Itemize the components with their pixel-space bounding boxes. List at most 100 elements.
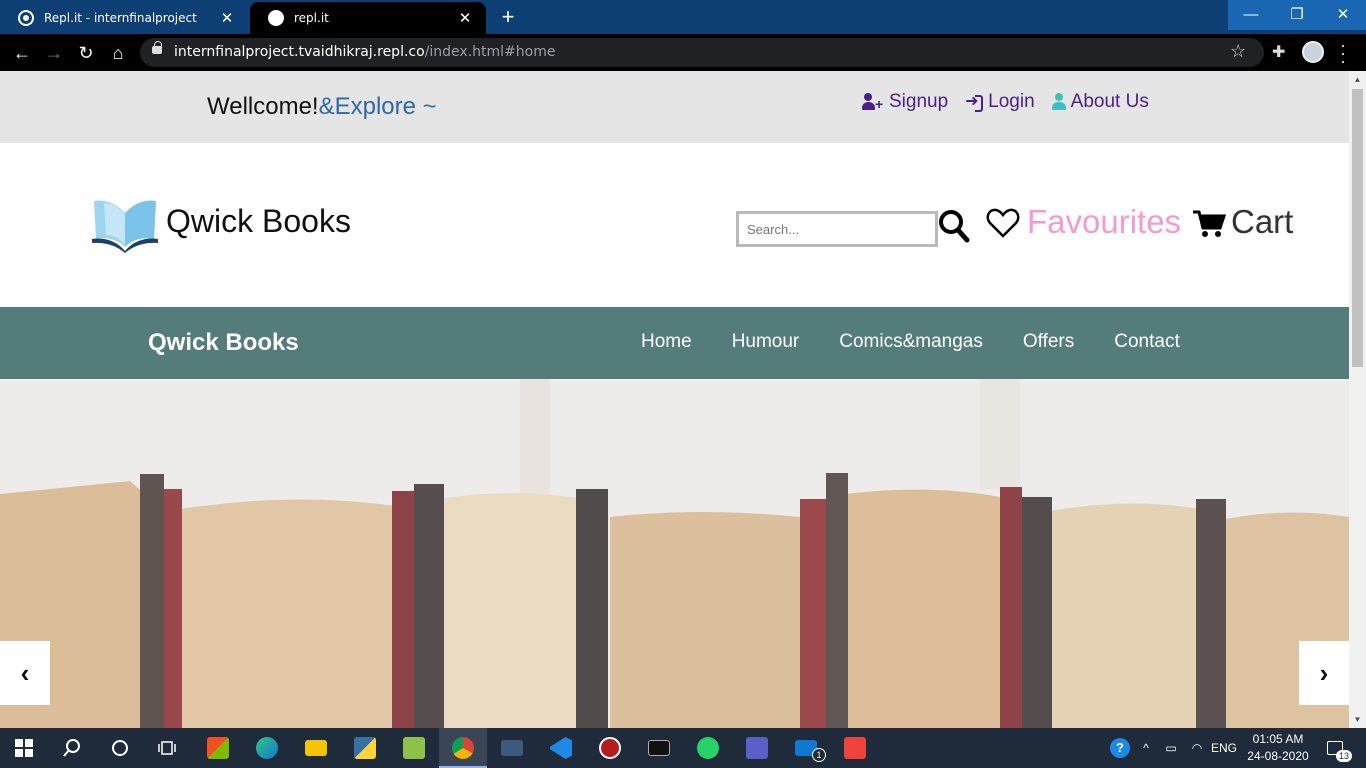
nav-home[interactable]: Home [641, 331, 692, 353]
nav-contact[interactable]: Contact [1114, 331, 1179, 353]
whatsapp-icon [697, 737, 719, 759]
battery-icon[interactable]: ▭ [1160, 728, 1182, 768]
clock[interactable]: 01:05 AM 24-08-2020 [1240, 731, 1316, 765]
terminal-icon [648, 740, 670, 756]
whatsapp-app[interactable] [684, 728, 732, 768]
close-window-button[interactable]: ✕ [1320, 0, 1366, 30]
minimize-button[interactable]: — [1228, 0, 1274, 30]
question-icon: ? [1110, 738, 1130, 758]
teams-icon [746, 737, 768, 759]
cart-link[interactable]: Cart [1231, 203, 1293, 241]
wifi-icon[interactable]: ◠ [1186, 728, 1208, 768]
task-view-button[interactable] [144, 728, 192, 768]
windows-taskbar: 1 ? ^ ▭ ◠ ENG 01:05 AM 24-08-2020 13 [0, 728, 1366, 768]
notifications-button[interactable]: 13 [1320, 728, 1353, 768]
cortana-icon [112, 740, 128, 756]
mail-badge: 1 [812, 748, 826, 762]
tab-replit[interactable]: repl.it ✕ [250, 2, 486, 34]
brand-name[interactable]: Qwick Books [166, 203, 351, 240]
signup-link[interactable]: + Signup [862, 91, 948, 113]
heart-icon[interactable] [986, 207, 1020, 239]
show-hidden-icons-chevron-icon[interactable]: ^ [1138, 728, 1154, 768]
terminal-app[interactable] [635, 728, 683, 768]
lock-icon [152, 41, 162, 54]
sql-app[interactable] [488, 728, 536, 768]
about-us-link[interactable]: About Us [1051, 91, 1149, 113]
forward-arrow-icon[interactable]: → [41, 40, 67, 66]
replit-favicon-icon [18, 10, 34, 26]
tab-title: Repl.it - internfinalproject [44, 11, 197, 25]
cortana-button[interactable] [96, 728, 144, 768]
extensions-puzzle-icon[interactable]: ✚ [1272, 42, 1285, 62]
taskbar-search[interactable] [48, 728, 96, 768]
notepad-app[interactable] [390, 728, 438, 768]
shopping-cart-icon[interactable] [1192, 209, 1226, 239]
favourites-link[interactable]: Favourites [1027, 203, 1181, 241]
clock-time: 01:05 AM [1252, 732, 1304, 746]
browser-tab-strip: Repl.it - internfinalproject ✕ repl.it ✕… [0, 0, 1366, 34]
help-tray-icon[interactable]: ? [1108, 728, 1132, 768]
new-tab-button[interactable]: + [496, 6, 520, 30]
tab-replit-project[interactable]: Repl.it - internfinalproject ✕ [0, 2, 248, 34]
nav-comics-mangas[interactable]: Comics&mangas [839, 331, 983, 353]
login-link[interactable]: Login [965, 91, 1035, 113]
chrome-icon [452, 737, 474, 759]
page-viewport: Wellcome!&Explore ~ + Signup Login About… [0, 71, 1366, 728]
search-icon [63, 739, 80, 757]
sql-icon [501, 740, 523, 756]
profile-avatar[interactable] [1302, 41, 1324, 63]
address-bar[interactable]: internfinalproject.tvaidhikraj.repl.co/i… [140, 38, 1264, 67]
clock-date: 24-08-2020 [1247, 749, 1309, 763]
search-input[interactable] [736, 211, 938, 247]
tab-close-icon[interactable]: ✕ [456, 9, 474, 27]
home-icon[interactable]: ⌂ [105, 40, 131, 66]
welcome-text: Wellcome!&Explore ~ [207, 93, 437, 120]
user-icon [1051, 93, 1066, 111]
python-icon [354, 737, 376, 759]
scroll-thumb[interactable] [1352, 89, 1363, 367]
vscode-app[interactable] [537, 728, 585, 768]
mail-app[interactable]: 1 [782, 728, 830, 768]
scroll-down-arrow-icon[interactable]: ▼ [1349, 711, 1366, 728]
spider-app[interactable] [586, 728, 634, 768]
scroll-up-arrow-icon[interactable]: ▲ [1349, 71, 1366, 88]
vscode-icon [550, 737, 572, 759]
edge-app[interactable] [243, 728, 291, 768]
start-button[interactable] [0, 728, 48, 768]
navbar-brand[interactable]: Qwick Books [148, 329, 299, 357]
nav-humour[interactable]: Humour [732, 331, 800, 353]
anydesk-icon [844, 737, 866, 759]
url-text: internfinalproject.tvaidhikraj.repl.co/i… [174, 44, 556, 60]
books-hero-image [0, 379, 1349, 728]
page-scrollbar[interactable]: ▲ ▼ [1349, 71, 1366, 728]
store-app[interactable] [194, 728, 242, 768]
carousel-next-button[interactable]: › [1299, 641, 1349, 705]
maximize-button[interactable]: ❐ [1274, 0, 1320, 30]
back-arrow-icon[interactable]: ← [9, 40, 35, 66]
carousel-prev-button[interactable]: ‹ [0, 641, 50, 705]
tab-title: repl.it [294, 11, 329, 25]
file-explorer-app[interactable] [292, 728, 340, 768]
anydesk-app[interactable] [831, 728, 879, 768]
tab-close-icon[interactable]: ✕ [218, 9, 236, 27]
edge-icon [256, 737, 278, 759]
site-header: Qwick Books Favourites Cart [0, 143, 1349, 307]
browser-menu-icon[interactable]: · · · [1338, 36, 1348, 70]
language-indicator[interactable]: ENG [1210, 728, 1238, 768]
teams-app[interactable] [733, 728, 781, 768]
python-app[interactable] [341, 728, 389, 768]
open-book-logo-icon [92, 200, 158, 253]
reload-icon[interactable]: ↻ [73, 40, 99, 66]
search-icon[interactable] [938, 209, 970, 243]
welcome-strip: Wellcome!&Explore ~ + Signup Login About… [0, 71, 1349, 143]
spider-icon [599, 737, 621, 759]
main-navbar: Qwick Books Home Humour Comics&mangas Of… [0, 307, 1349, 379]
user-plus-icon: + [862, 93, 884, 111]
notepad-icon [403, 737, 425, 759]
chrome-app[interactable] [439, 728, 487, 768]
nav-offers[interactable]: Offers [1023, 331, 1074, 353]
sign-in-icon [965, 91, 984, 112]
hero-carousel: ‹ › [0, 379, 1349, 728]
bookmark-star-icon[interactable]: ☆ [1230, 41, 1246, 62]
windows-icon [15, 739, 33, 757]
